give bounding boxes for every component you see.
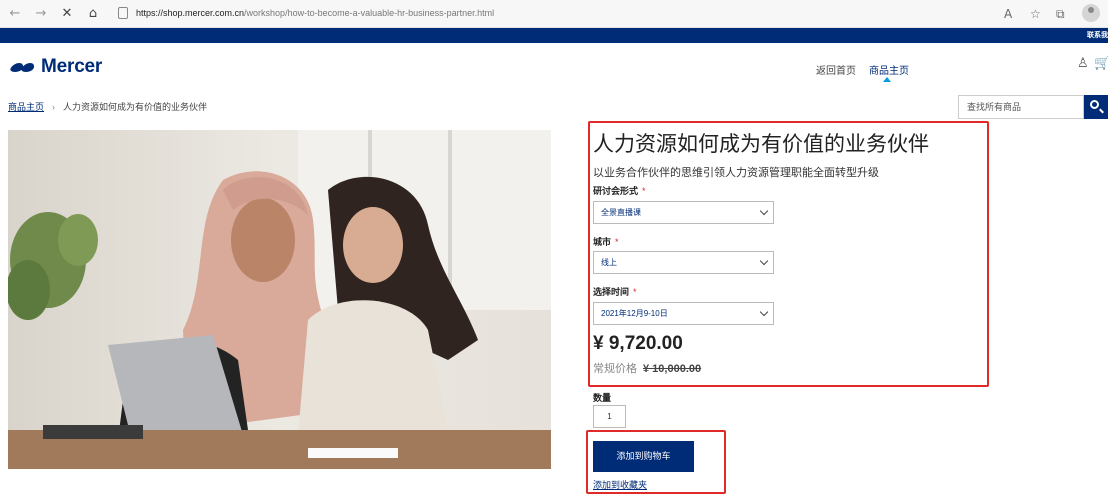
format-label: 研讨会形式 * <box>593 186 646 196</box>
forward-icon[interactable]: → <box>32 5 50 23</box>
chevron-down-icon <box>759 307 769 317</box>
add-to-cart-button[interactable]: 添加到购物车 <box>593 441 694 472</box>
format-select-value: 全景直播课 <box>601 208 641 217</box>
search-input[interactable] <box>958 95 1084 119</box>
product-subtitle: 以业务合作伙伴的思维引领人力资源管理职能全面转型升级 <box>593 167 879 179</box>
home-icon[interactable]: ⌂ <box>84 5 102 23</box>
regular-price-row: 常规价格 ¥ 10,000.00 <box>593 360 701 376</box>
cart-icon[interactable]: 🛒 <box>1094 56 1108 71</box>
chevron-down-icon <box>759 256 769 266</box>
format-select[interactable]: 全景直播课 <box>593 201 774 224</box>
breadcrumb-separator: › <box>52 102 56 112</box>
favorites-icon[interactable]: ☆ <box>1030 6 1041 22</box>
breadcrumb: 商品主页 › 人力资源如何成为有价值的业务伙伴 <box>8 100 207 113</box>
breadcrumb-home-link[interactable]: 商品主页 <box>8 102 44 112</box>
search-icon <box>1090 100 1099 109</box>
back-icon[interactable]: ← <box>6 5 24 23</box>
breadcrumb-current: 人力资源如何成为有价值的业务伙伴 <box>63 102 208 112</box>
required-mark: * <box>642 186 646 196</box>
profile-icon[interactable] <box>1082 4 1100 22</box>
search-button[interactable] <box>1084 95 1108 119</box>
logo-text: Mercer <box>41 56 103 77</box>
url-host: https://shop.mercer.com.cn <box>136 8 245 18</box>
date-select[interactable]: 2021年12月9-10日 <box>593 302 774 325</box>
required-mark: * <box>615 237 619 247</box>
contact-link[interactable]: 联系我 <box>1087 30 1108 40</box>
quantity-input[interactable]: 1 <box>593 405 626 428</box>
quantity-label: 数量 <box>593 393 612 403</box>
regular-price: ¥ 10,000.00 <box>643 363 702 375</box>
product-image <box>8 130 551 469</box>
url-path: /workshop/how-to-become-a-valuable-hr-bu… <box>244 8 495 18</box>
nav-home-link[interactable]: 返回首页 <box>816 62 856 77</box>
address-bar[interactable]: https://shop.mercer.com.cn/workshop/how-… <box>136 8 494 18</box>
chevron-down-icon <box>759 206 769 216</box>
top-strip: 联系我 <box>0 28 1108 43</box>
product-title: 人力资源如何成为有价值的业务伙伴 <box>593 133 929 156</box>
product-price: ¥ 9,720.00 <box>593 333 683 354</box>
mercer-logo-icon <box>8 60 37 74</box>
collections-icon[interactable]: ⧉ <box>1056 6 1065 22</box>
read-aloud-icon[interactable]: A <box>1004 6 1012 22</box>
close-icon[interactable]: ✕ <box>58 5 76 23</box>
city-select[interactable]: 线上 <box>593 251 774 274</box>
add-to-wishlist-link[interactable]: 添加到收藏夹 <box>593 478 647 491</box>
required-mark: * <box>633 287 637 297</box>
regular-price-label: 常规价格 <box>593 363 637 375</box>
lock-icon[interactable] <box>118 7 128 19</box>
nav-products-link[interactable]: 商品主页 <box>869 62 909 77</box>
mercer-logo[interactable]: Mercer <box>8 56 103 77</box>
date-select-value: 2021年12月9-10日 <box>601 309 668 318</box>
city-label: 城市 * <box>593 237 619 247</box>
browser-toolbar: ← → ✕ ⌂ https://shop.mercer.com.cn/works… <box>0 0 1108 28</box>
date-label: 选择时间 * <box>593 287 637 297</box>
user-icon[interactable]: ♙ <box>1077 56 1089 71</box>
city-select-value: 线上 <box>601 258 617 267</box>
active-nav-indicator <box>883 77 891 82</box>
